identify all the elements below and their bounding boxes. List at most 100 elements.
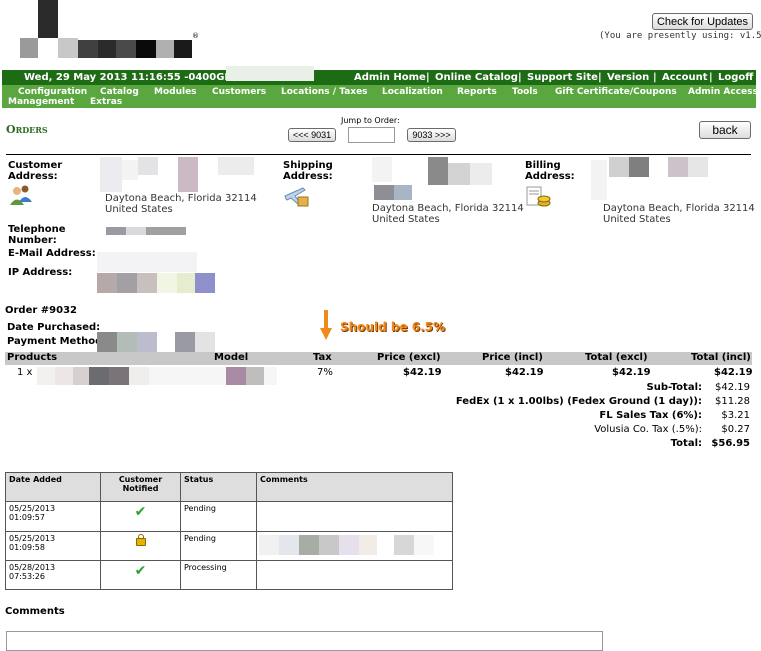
- ip-address-label: IP Address:: [8, 267, 73, 278]
- billing-city: Daytona Beach, Florida 32114: [603, 203, 755, 214]
- store-logo: ®: [0, 0, 200, 62]
- table-row: 05/25/2013 01:09:58 Pending: [5, 531, 453, 561]
- back-button[interactable]: back: [699, 121, 751, 139]
- customer-icon: [8, 183, 34, 209]
- top-bar: Wed, 29 May 2013 11:16:55 -0400GMT Admin…: [2, 66, 756, 85]
- nav-modules[interactable]: Modules: [154, 87, 197, 97]
- product-tax: 7%: [317, 367, 333, 378]
- customer-country: United States: [105, 204, 173, 215]
- history-time: 07:53:26: [9, 572, 45, 581]
- divider: [6, 154, 751, 155]
- previous-order-button[interactable]: <<< 9031: [288, 128, 336, 142]
- total-value: $56.95: [711, 438, 750, 449]
- product-price-incl: $42.19: [505, 367, 544, 378]
- nav-catalog[interactable]: Catalog: [100, 87, 139, 97]
- billing-icon: [525, 183, 551, 209]
- next-order-button[interactable]: 9033 >>>: [407, 128, 456, 142]
- page-title: Orders: [6, 123, 48, 136]
- registered-mark: ®: [192, 32, 199, 40]
- nav-extras[interactable]: Extras: [90, 97, 122, 107]
- main-nav: Configuration Catalog Modules Customers …: [2, 85, 758, 108]
- county-tax-value: $0.27: [721, 424, 750, 435]
- check-icon: ✔: [134, 504, 147, 520]
- history-comment: [256, 501, 453, 532]
- col-price-excl: Price (excl): [377, 352, 441, 363]
- nav-locations-taxes[interactable]: Locations / Taxes: [281, 87, 368, 97]
- shipping-value: $11.28: [715, 396, 750, 407]
- version-text: (You are presently using: v1.5.1): [599, 31, 761, 41]
- current-datetime: Wed, 29 May 2013 11:16:55 -0400GMT: [24, 72, 242, 83]
- nav-configuration[interactable]: Configuration: [18, 87, 87, 97]
- product-total-incl: $42.19: [714, 367, 753, 378]
- history-comment: [256, 531, 453, 561]
- separator: |: [653, 72, 657, 83]
- status-history-table: Date Added Customer Notified Status Comm…: [5, 472, 453, 590]
- history-time: 01:09:57: [9, 513, 45, 522]
- subtotal-label: Sub-Total:: [646, 382, 702, 393]
- separator: |: [598, 72, 602, 83]
- customer-address-label: Customer Address:: [8, 160, 63, 182]
- comments-label: Comments: [5, 606, 65, 617]
- county-tax-label: Volusia Co. Tax (.5%):: [594, 424, 702, 435]
- table-row: 05/28/2013 07:53:26 ✔ Processing: [5, 560, 453, 590]
- history-status: Pending: [180, 501, 257, 532]
- history-date: 05/28/2013: [9, 563, 56, 572]
- jump-to-order-input[interactable]: [348, 127, 395, 143]
- nav-customers[interactable]: Customers: [212, 87, 266, 97]
- annotation-arrow-icon: [320, 310, 332, 340]
- nav-gift-certificates[interactable]: Gift Certificate/Coupons: [555, 87, 677, 97]
- admin-home-link[interactable]: Admin Home: [354, 72, 426, 83]
- nav-tools[interactable]: Tools: [512, 87, 538, 97]
- shipping-address-label: Shipping Address:: [283, 160, 333, 182]
- nav-admin-access[interactable]: Admin Access: [688, 87, 758, 97]
- fl-sales-tax-label: FL Sales Tax (6%):: [599, 410, 702, 421]
- col-status: Status: [180, 472, 257, 502]
- col-total-excl: Total (excl): [585, 352, 648, 363]
- subtotal-value: $42.19: [715, 382, 750, 393]
- shipping-icon: [283, 184, 311, 208]
- support-site-link[interactable]: Support Site: [527, 72, 598, 83]
- comments-textarea[interactable]: [6, 631, 603, 651]
- separator: |: [426, 72, 430, 83]
- email-label: E-Mail Address:: [8, 248, 96, 259]
- nav-management[interactable]: Management: [8, 97, 74, 107]
- shipping-city: Daytona Beach, Florida 32114: [372, 203, 524, 214]
- check-for-updates-button[interactable]: Check for Updates: [652, 13, 753, 30]
- history-date: 05/25/2013: [9, 504, 56, 513]
- col-tax: Tax: [313, 352, 332, 363]
- shipping-label: FedEx (1 x 1.00lbs) (Fedex Ground (1 day…: [455, 396, 702, 407]
- logoff-link[interactable]: Logoff: [718, 72, 753, 83]
- table-row: 1 x 7% $42.19 $42.19 $42.19 $42.19: [5, 365, 753, 385]
- lock-icon: [135, 534, 146, 546]
- col-model: Model: [214, 352, 249, 363]
- customer-city: Daytona Beach, Florida 32114: [105, 193, 257, 204]
- history-time: 01:09:58: [9, 543, 45, 552]
- separator: |: [518, 72, 522, 83]
- nav-reports[interactable]: Reports: [457, 87, 497, 97]
- date-purchased-label: Date Purchased:: [7, 322, 101, 333]
- billing-address-label: Billing Address:: [525, 160, 575, 182]
- table-row: 05/25/2013 01:09:57 ✔ Pending: [5, 501, 453, 532]
- col-products: Products: [7, 352, 58, 363]
- telephone-label: Telephone Number:: [8, 224, 66, 246]
- fl-sales-tax-value: $3.21: [721, 410, 750, 421]
- check-icon: ✔: [134, 563, 147, 579]
- history-date: 05/25/2013: [9, 534, 56, 543]
- total-label: Total:: [670, 438, 702, 449]
- product-total-excl: $42.19: [612, 367, 651, 378]
- nav-localization[interactable]: Localization: [382, 87, 443, 97]
- annotation-text: Should be 6.5%: [340, 320, 446, 334]
- col-total-incl: Total (incl): [691, 352, 751, 363]
- history-comment: [256, 560, 453, 590]
- history-status: Processing: [180, 560, 257, 590]
- online-catalog-link[interactable]: Online Catalog: [435, 72, 518, 83]
- col-comments: Comments: [256, 472, 453, 502]
- col-price-incl: Price (incl): [482, 352, 543, 363]
- col-date-added: Date Added: [5, 472, 101, 502]
- account-link[interactable]: Account: [662, 72, 707, 83]
- history-status: Pending: [180, 531, 257, 561]
- version-link[interactable]: Version: [607, 72, 649, 83]
- billing-country: United States: [603, 214, 671, 225]
- shipping-country: United States: [372, 214, 440, 225]
- payment-method-label: Payment Method:: [7, 336, 107, 347]
